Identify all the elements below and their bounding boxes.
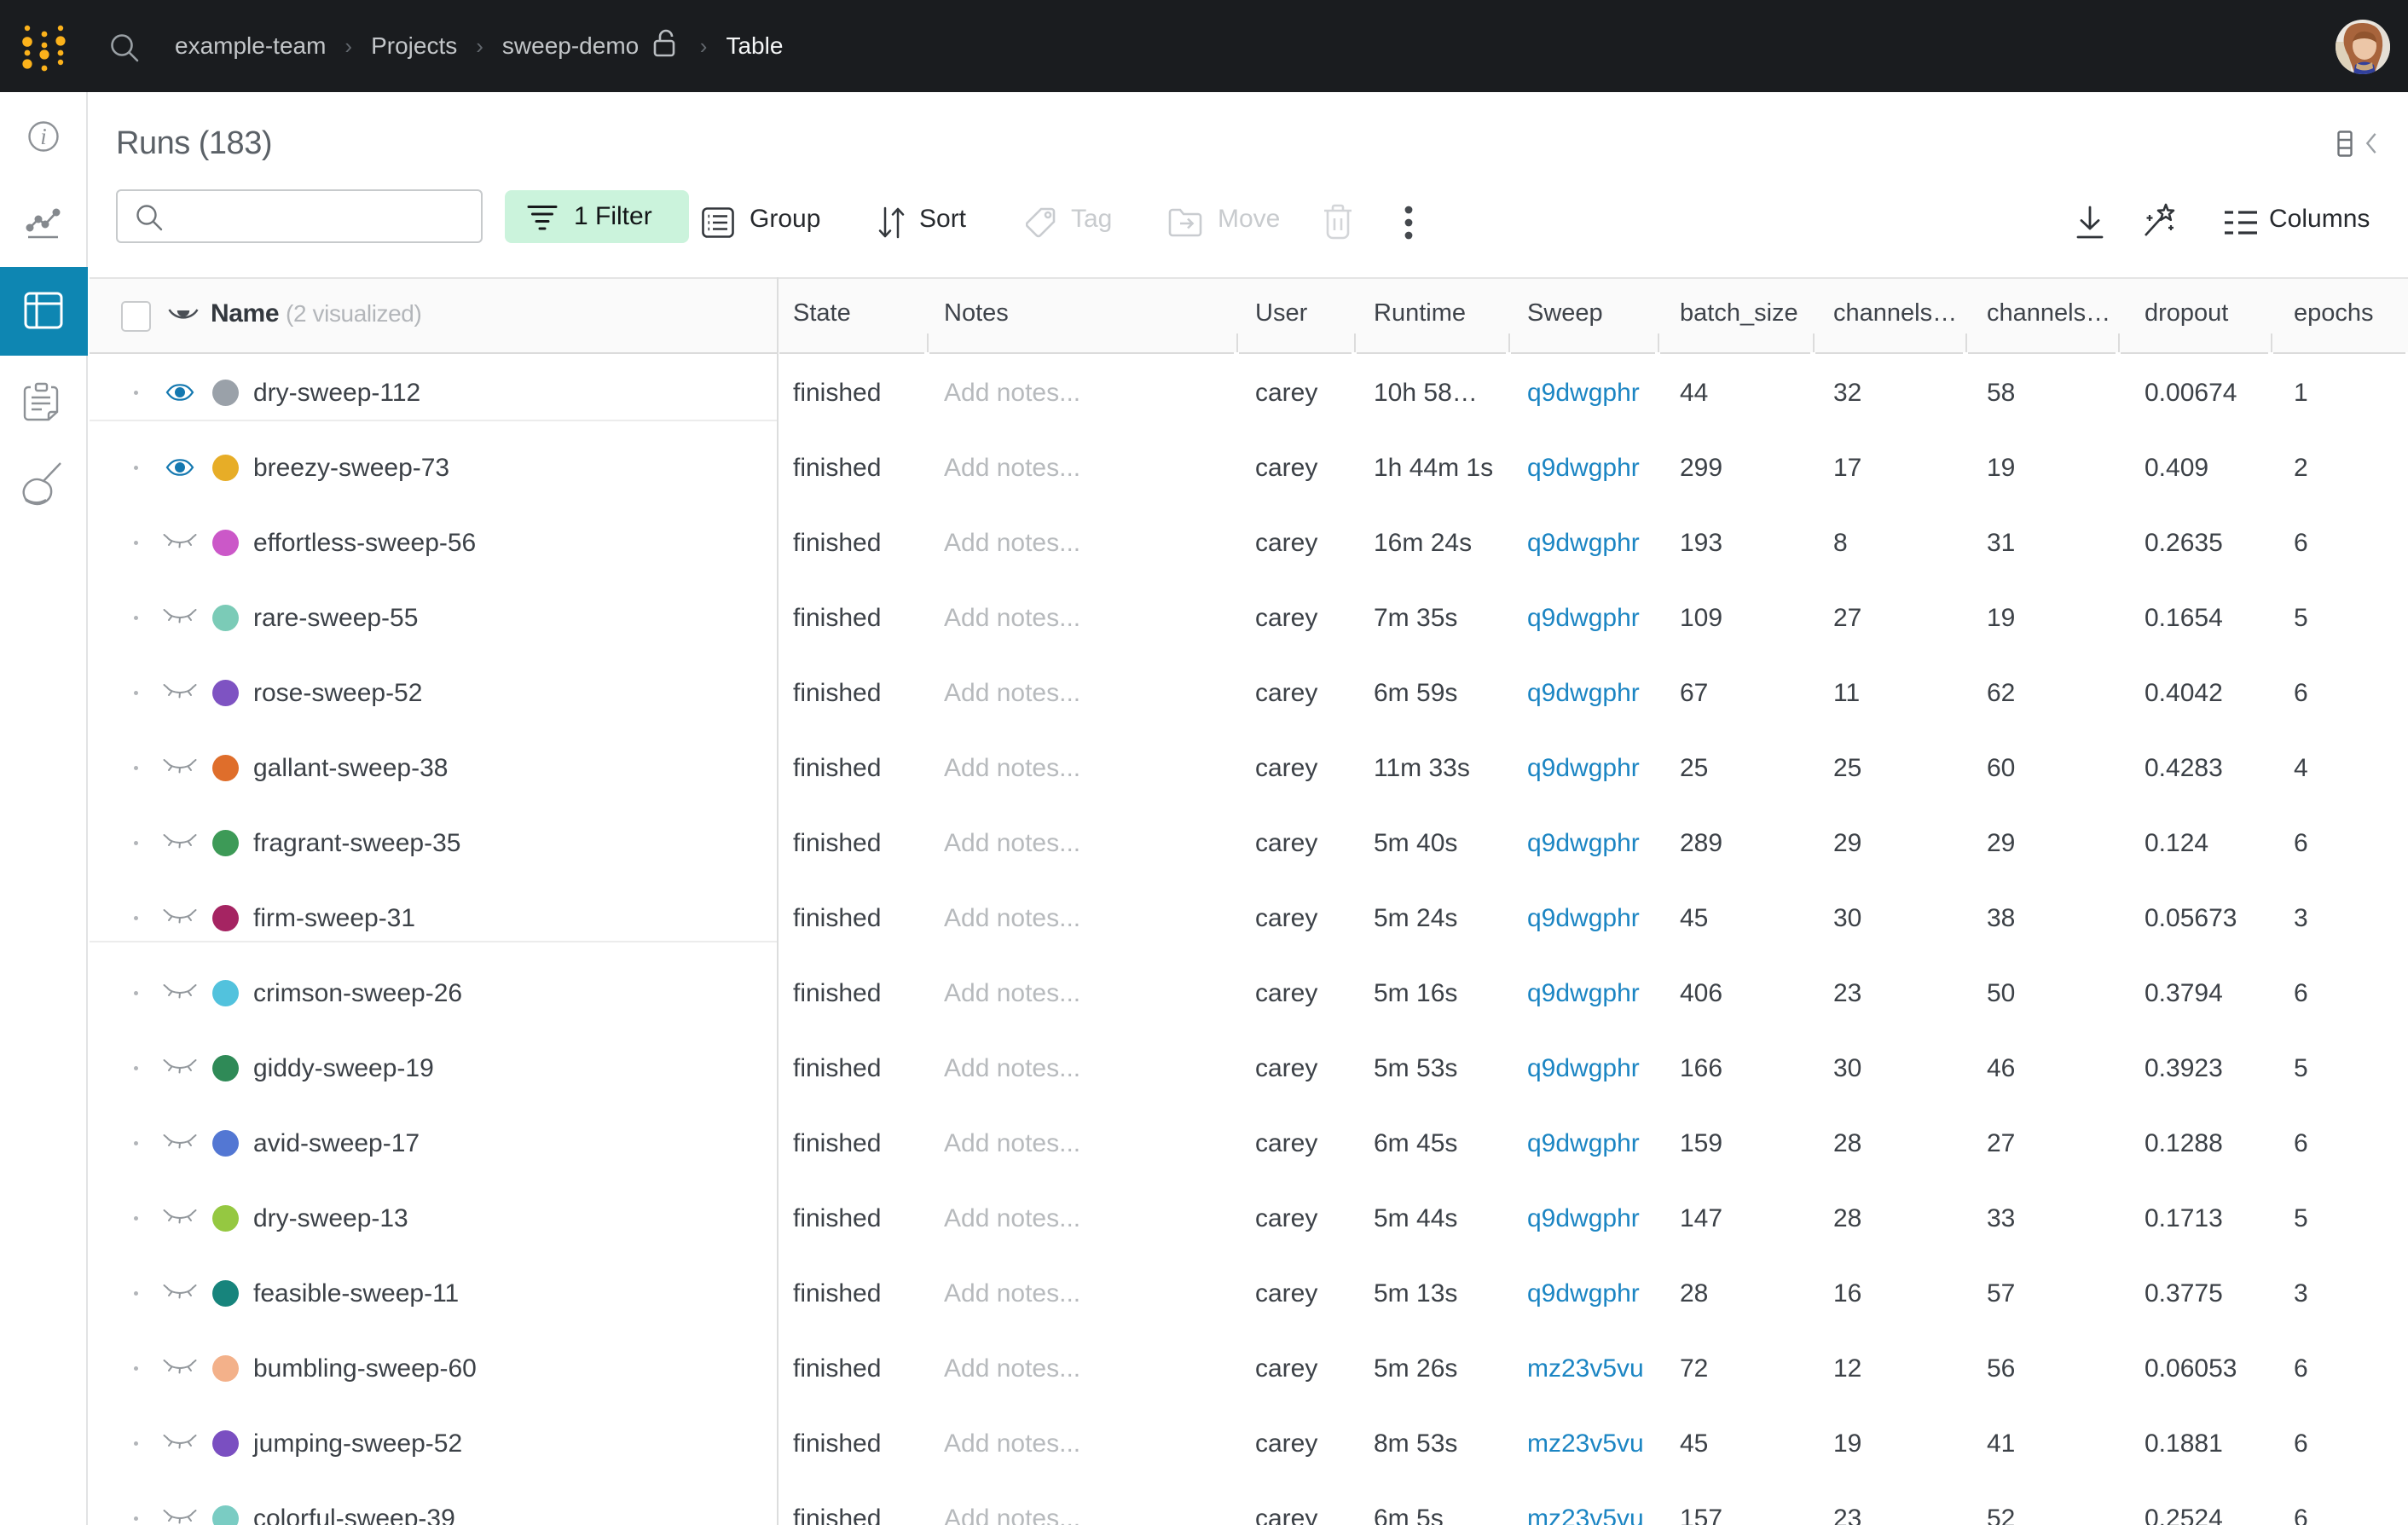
svg-text:i: i [40,124,47,149]
